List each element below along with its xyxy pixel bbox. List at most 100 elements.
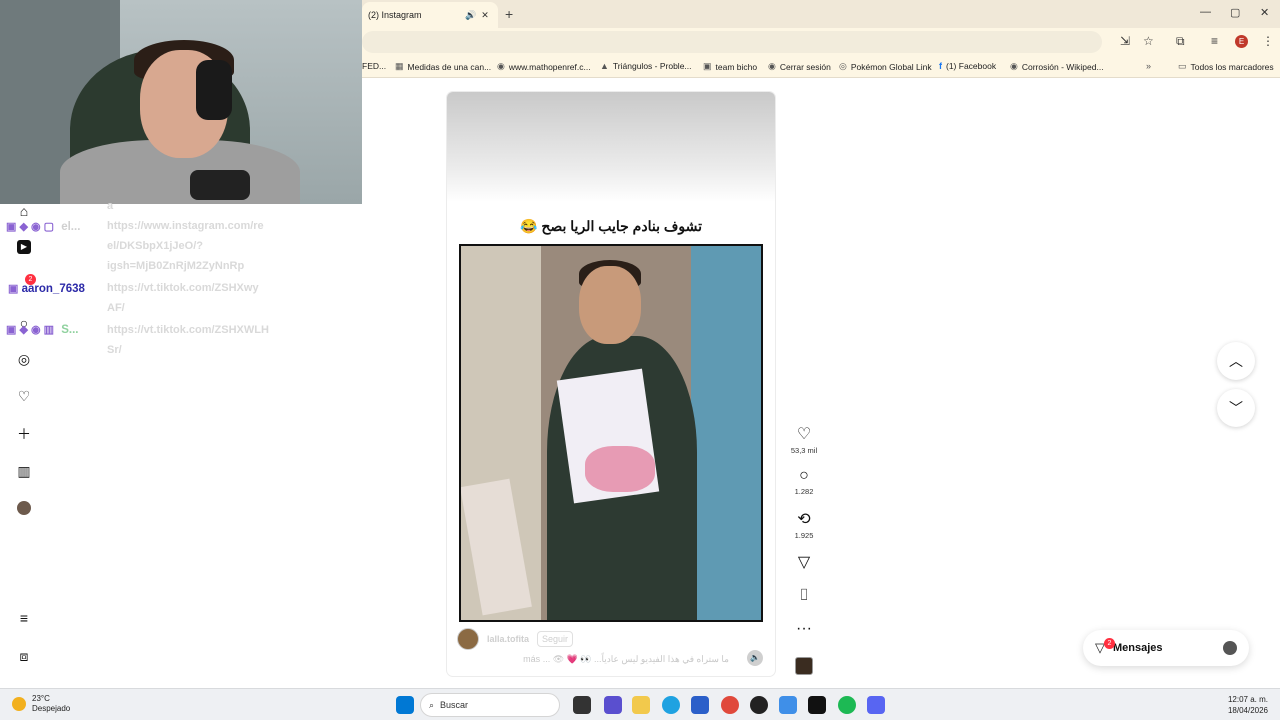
chat-message-2: https://vt.tiktok.com/ZSHXwy AF/ [107,282,259,314]
obs-icon[interactable] [750,696,768,714]
new-tab-button[interactable]: + [505,6,513,22]
reel-user: lalla.tofita Seguir [457,628,574,650]
media-icon[interactable]: ≡ [1211,34,1218,48]
all-bookmarks-button[interactable]: ▭ Todos los marcadores [1178,61,1274,72]
more-options-button[interactable]: ··· [788,620,820,638]
dashboard-icon[interactable]: ▥ [15,462,33,480]
bookmark-icon: ◉ [1010,61,1018,71]
chat-username: el... [61,221,81,233]
bookmark-icon: ◉ [768,61,776,71]
home-icon[interactable]: ⌂ [15,202,33,220]
bookmark-item[interactable]: ▦ Medidas de una can... [395,61,491,72]
search-icon: ⌕ [429,699,435,710]
extensions-icon[interactable]: ⧉ [1176,34,1185,49]
avatar[interactable] [457,628,479,650]
repost-button[interactable]: ⟲ 1.925 [788,509,820,540]
chat-line-1: ▣ ◆ ◉ ▢ el... [6,220,80,233]
bookmark-item[interactable]: ◉ www.mathopenref.c... [497,61,591,72]
badge-icons: ▣ ◆ ◉ ▥ [6,324,55,336]
close-tab-icon[interactable]: ✕ [478,10,492,21]
audio-thumbnail[interactable] [795,657,813,675]
spotify-icon[interactable] [838,696,856,714]
discord-icon[interactable] [867,696,885,714]
chat-message-3: https://vt.tiktok.com/ZSHXWLH Sr/ [107,324,269,356]
next-reel-button[interactable]: ﹀ [1217,389,1255,427]
ellipsis-icon: ··· [796,620,812,637]
teams-icon[interactable] [604,696,622,714]
webcam-overlay [0,0,362,204]
previous-reel-button[interactable]: ︿ [1217,342,1255,380]
messages-badge: 2 [1104,638,1115,649]
maximize-button[interactable]: ▢ [1230,6,1240,19]
weather-widget[interactable]: 23°C Despejado [12,694,70,714]
heart-icon: ♡ [796,426,812,443]
create-icon[interactable]: ＋ [15,425,33,443]
tab-instagram[interactable]: (2) Instagram 🔊 ✕ [362,2,498,28]
reel-card: تشوف بنادم جايب الريا بصح 😂 lalla.tofita… [447,92,775,676]
bookmark-icon: ▲ [600,61,609,71]
like-count: 53,3 mil [790,446,818,455]
minimize-button[interactable]: — [1200,6,1211,18]
reels-icon[interactable]: ▶ [15,238,33,256]
more-menu-icon[interactable]: ≡ [15,609,33,627]
edge-icon[interactable] [662,696,680,714]
date: 18/04/2026 [1227,706,1268,715]
reel-username[interactable]: lalla.tofita [487,634,529,644]
bookmark-item[interactable]: FED... [362,61,386,71]
bookmark-item[interactable]: ◉ Cerrar sesión [768,61,831,72]
bookmark-item[interactable]: ◎ Pokémon Global Link [839,61,932,72]
install-icon[interactable]: ⇲ [1120,34,1130,48]
comment-button[interactable]: ○ 1.282 [788,467,820,496]
chevron-up-icon: ︿ [1229,353,1243,369]
task-view-icon[interactable] [573,696,591,714]
start-icon[interactable] [396,696,414,714]
repost-count: 1.925 [794,531,814,540]
bookmark-item[interactable]: f (1) Facebook [939,61,996,71]
explore-icon[interactable]: ◎ [15,350,33,368]
profile-avatar[interactable]: E [1235,35,1248,48]
address-bar[interactable] [362,31,1102,53]
badge-icon: ▣ [8,283,19,295]
close-window-button[interactable]: ✕ [1260,6,1269,19]
like-button[interactable]: ♡ 53,3 mil [788,424,820,455]
folder-icon: ▭ [1178,61,1187,71]
follow-button[interactable]: Seguir [537,631,574,647]
profile-icon[interactable] [15,499,33,517]
chevron-right-icon: » [1146,61,1152,71]
bookmark-item[interactable]: ▲ Triángulos - Proble... [600,61,692,71]
app-icon[interactable] [808,696,826,714]
taskbar-search[interactable]: ⌕ Buscar [420,693,560,717]
more-bookmarks-button[interactable]: » [1146,61,1151,71]
save-button[interactable]: ⌷ [788,587,820,605]
taskbar: 23°C Despejado ⌕ Buscar 12:07 a. m. 18/0… [0,688,1280,720]
weather-condition: Despejado [32,704,71,713]
time: 12:07 a. m. [1227,695,1268,704]
reel-video[interactable] [459,244,763,622]
mute-icon[interactable]: 🔈 [747,650,763,666]
apps-icon[interactable]: ⧈ [15,647,33,665]
bookmark-item[interactable]: ▣ team bicho [703,61,757,72]
audio-icon[interactable]: 🔊 [464,10,478,21]
video-kid-head [579,266,641,344]
video-lungs-model [585,446,655,492]
bookmark-icon: ▦ [395,61,404,71]
app-icon[interactable] [779,696,797,714]
chat-line-3: ▣ ◆ ◉ ▥ S... [6,323,78,336]
bookmark-icon: ◎ [839,61,847,71]
reel-description[interactable]: ما ستراه في هذا الفيديو ليس عادياً... 👀 … [523,654,729,665]
menu-icon[interactable]: ⋮ [1262,34,1274,48]
chrome-icon[interactable] [721,696,739,714]
reel-top-blur [447,92,775,202]
share-button[interactable]: ▽ [788,552,820,572]
chat-username: S... [61,324,79,336]
send-icon: ▽ [797,554,811,571]
bookmark-item[interactable]: ◉ Corrosión - Wikiped... [1010,61,1104,72]
star-icon[interactable]: ☆ [1143,34,1154,48]
store-icon[interactable] [691,696,709,714]
heart-icon[interactable]: ♡ [15,387,33,405]
bookmark-icon: ⌷ [799,587,809,604]
clock[interactable]: 12:07 a. m. 18/04/2026 [1228,694,1268,716]
comment-icon: ○ [799,467,809,484]
chat-message-1: a https://www.instagram.com/re el/DKSbpX… [107,200,264,272]
file-explorer-icon[interactable] [632,696,650,714]
